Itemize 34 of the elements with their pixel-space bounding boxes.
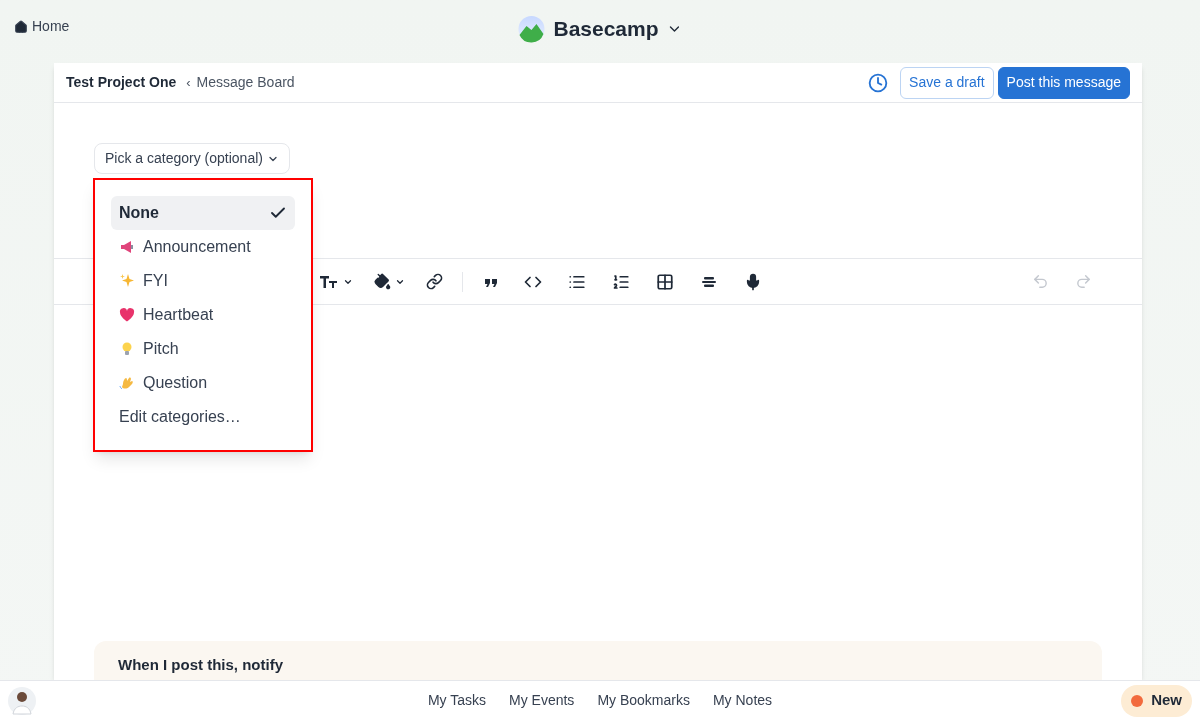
fill-color-icon[interactable] xyxy=(373,273,391,290)
footer-link[interactable]: My Tasks xyxy=(427,690,486,711)
megaphone-icon xyxy=(119,239,135,255)
link-icon[interactable] xyxy=(425,273,443,290)
notify-heading: When I post this, notify xyxy=(118,656,283,673)
save-draft-button[interactable]: Save a draft xyxy=(900,66,994,99)
clock-icon[interactable] xyxy=(868,72,889,93)
category-option[interactable]: Question xyxy=(111,366,295,400)
category-option[interactable]: FYI xyxy=(111,264,295,298)
app-name: Basecamp xyxy=(553,16,659,42)
post-button[interactable]: Post this message xyxy=(997,66,1130,99)
footer-link[interactable]: My Notes xyxy=(712,690,773,711)
category-option[interactable]: Announcement xyxy=(111,230,295,264)
breadcrumb-separator: ‹ xyxy=(186,73,191,92)
footer-link[interactable]: My Events xyxy=(509,690,575,711)
microphone-icon[interactable] xyxy=(744,272,762,291)
table-icon[interactable] xyxy=(656,272,674,291)
basecamp-logo-icon xyxy=(517,14,546,43)
home-link[interactable]: Home xyxy=(14,16,70,37)
breadcrumb-page[interactable]: Message Board xyxy=(196,72,295,93)
footer-link[interactable]: My Bookmarks xyxy=(597,690,690,711)
home-icon xyxy=(14,19,28,34)
category-dropdown[interactable]: Pick a category (optional) xyxy=(94,143,290,174)
avatar[interactable] xyxy=(8,686,36,715)
numbered-list-icon[interactable] xyxy=(612,272,630,291)
waving-hand-icon xyxy=(119,375,135,391)
category-option[interactable]: None xyxy=(111,196,295,230)
new-button[interactable]: New xyxy=(1121,684,1192,717)
text-size-icon[interactable] xyxy=(319,273,339,290)
edit-categories-item[interactable]: Edit categories… xyxy=(111,400,295,434)
project-link[interactable]: Test Project One xyxy=(66,72,177,93)
heart-icon xyxy=(119,307,135,323)
category-option[interactable]: Pitch xyxy=(111,332,295,366)
category-option[interactable]: Heartbeat xyxy=(111,298,295,332)
